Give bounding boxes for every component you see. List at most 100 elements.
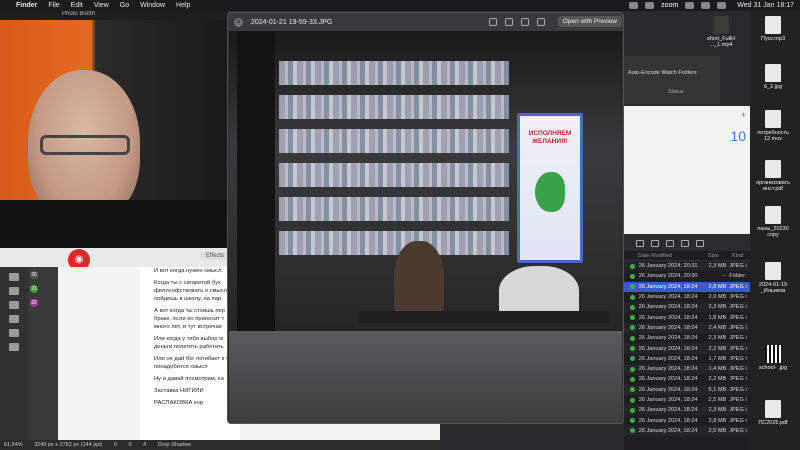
file-row[interactable]: 26 January 2024, 18:24 2,8 MB JPEG i xyxy=(624,281,750,292)
more-icon[interactable] xyxy=(696,239,704,247)
move-tool-icon[interactable] xyxy=(9,273,19,281)
quick-look-titlebar: × 2024-01-21 19-59-33.JPG Open with Prev… xyxy=(228,13,623,31)
camera-icon: ◉ xyxy=(74,254,84,265)
shelf xyxy=(279,163,509,187)
menu-help[interactable]: Help xyxy=(176,2,190,9)
file-row[interactable]: 26 January 2024, 20:30 -- Folder xyxy=(624,271,750,281)
file-row[interactable]: 26 January 2024, 18:24 2,3 MB JPEG i xyxy=(624,405,750,416)
file-row[interactable]: 26 January 2024, 20:31 2,3 MB JPEG i xyxy=(624,261,750,272)
crop-tool-icon[interactable] xyxy=(9,315,19,323)
file-row[interactable]: 26 January 2024, 18:24 2,2 MB JPEG i xyxy=(624,374,750,384)
close-icon[interactable]: × xyxy=(234,17,243,27)
photo-booth-window: Photo Booth ◉ Effects xyxy=(0,11,228,267)
menu-file[interactable]: File xyxy=(48,2,59,9)
wifi-icon[interactable] xyxy=(701,2,711,9)
file-row[interactable]: 26 January 2024, 18:24 2,4 MB JPEG i xyxy=(624,322,750,334)
encode-label[interactable]: Auto-Encode Watch Folders xyxy=(628,70,697,76)
effects-button[interactable]: Effects xyxy=(199,252,228,260)
status-column-label: Status xyxy=(668,89,684,95)
file-row[interactable]: 26 January 2024, 18:24 2,8 MB JPEG i xyxy=(624,415,750,425)
zoom-level[interactable]: 61,54% xyxy=(4,442,23,448)
clock[interactable]: Wed 31 Jan 18:17 xyxy=(737,2,794,9)
counter: 0 xyxy=(128,442,132,448)
file-row[interactable]: 26 January 2024, 18:24 2,3 MB JPEG i xyxy=(624,333,750,343)
layer-row[interactable]: 22 xyxy=(28,295,58,309)
file-row[interactable]: 26 January 2024, 18:24 1,8 MB JPEG i xyxy=(624,312,750,322)
group-icon[interactable] xyxy=(651,239,659,247)
file-row[interactable]: 26 January 2024, 18:24 2,5 MB JPEG i xyxy=(624,425,750,437)
menu-window[interactable]: Window xyxy=(140,2,165,9)
status-icon xyxy=(630,273,635,279)
file-row[interactable]: 26 January 2024, 18:24 1,4 MB JPEG i xyxy=(624,363,750,375)
desktop-file-icon[interactable]: short_FullH ..._1.mp4 xyxy=(700,16,742,48)
camera-preview xyxy=(0,20,228,248)
menu-edit[interactable]: Edit xyxy=(71,2,83,9)
status-icon xyxy=(630,376,635,382)
glasses xyxy=(40,135,130,155)
markup-icon[interactable] xyxy=(505,18,513,26)
layer-row[interactable]: 20 xyxy=(28,267,58,281)
file-row[interactable]: 26 January 2024, 18:24 2,3 MB JPEG i xyxy=(624,302,750,313)
qr-image-icon xyxy=(765,345,781,363)
layers-panel: 20 21 22 xyxy=(28,267,58,450)
view-icon[interactable] xyxy=(636,239,644,247)
status-icon xyxy=(630,315,635,321)
file-row[interactable]: 26 January 2024, 18:24 2,9 MB JPEG i xyxy=(624,292,750,302)
drop-shadow-label[interactable]: Drop Shadow xyxy=(158,442,191,448)
desktop-file-icon[interactable]: паны_20230 сору xyxy=(752,206,794,238)
status-icon xyxy=(630,294,635,300)
finder-columns: Date Modified Size Kind xyxy=(624,251,750,261)
status-icon xyxy=(630,356,635,362)
menu-view[interactable]: View xyxy=(94,2,109,9)
audio-file-icon xyxy=(765,16,781,34)
text-tool-icon[interactable] xyxy=(9,343,19,351)
column-kind[interactable]: Kind xyxy=(732,253,743,260)
file-row[interactable]: 26 January 2024, 18:24 2,5 MB JPEG i xyxy=(624,395,750,405)
tools-panel xyxy=(0,267,28,450)
desktop-file-icon[interactable]: ПС2025.pdf xyxy=(752,400,794,426)
rotate-icon[interactable] xyxy=(521,18,529,26)
cafe-table xyxy=(359,311,609,323)
pdf-file-icon xyxy=(765,400,781,418)
status-icon xyxy=(630,387,635,393)
desktop-file-icon[interactable]: school- .jpg xyxy=(752,345,794,371)
tag-icon[interactable] xyxy=(681,239,689,247)
share-icon[interactable] xyxy=(666,239,674,247)
battery-icon[interactable] xyxy=(685,2,695,9)
shelf xyxy=(279,231,509,255)
layer-row[interactable]: 21 xyxy=(28,281,58,295)
menu-go[interactable]: Go xyxy=(120,2,129,9)
photo-preview: ИСПОЛНЯЕМ ЖЕЛАНИЯ! xyxy=(229,31,622,423)
status-icon xyxy=(630,418,635,424)
file-row[interactable]: 26 January 2024, 18:24 2,2 MB JPEG i xyxy=(624,343,750,354)
share-icon[interactable] xyxy=(537,18,545,26)
column-size[interactable]: Size xyxy=(708,253,732,260)
poster-text: ИСПОЛНЯЕМ ЖЕЛАНИЯ! xyxy=(528,130,572,145)
brush-tool-icon[interactable] xyxy=(9,329,19,337)
add-icon[interactable]: + xyxy=(741,110,746,120)
open-with-preview-button[interactable]: Open with Preview xyxy=(557,16,622,27)
screen-icon[interactable] xyxy=(645,2,655,9)
desktop-file-icon[interactable]: Пуск.mp3 xyxy=(752,16,794,42)
menu-finder[interactable]: Finder xyxy=(16,2,37,9)
movie-file-icon xyxy=(765,110,781,128)
desktop-file-icon[interactable]: организовать инст.pdf xyxy=(752,160,794,192)
column-date[interactable]: Date Modified xyxy=(638,253,708,260)
desktop-file-icon[interactable]: 6_2.jpg xyxy=(752,64,794,90)
select-tool-icon[interactable] xyxy=(9,287,19,295)
file-row[interactable]: 26 January 2024, 18:24 5,1 MB JPEG i xyxy=(624,384,750,395)
file-row[interactable]: 26 January 2024, 18:24 1,7 MB JPEG i xyxy=(624,354,750,364)
search-icon[interactable] xyxy=(717,2,727,9)
finder-window: Date Modified Size Kind 26 January 2024,… xyxy=(624,235,750,450)
status-icon xyxy=(630,325,635,331)
desktop-file-icon[interactable]: потребность 12.mov xyxy=(752,110,794,142)
record-icon[interactable] xyxy=(629,2,639,9)
status-icon xyxy=(630,428,635,434)
zoom-status[interactable]: zoom xyxy=(661,2,678,9)
camera-shutter-button[interactable]: ◉ xyxy=(68,249,90,267)
desktop-file-icon[interactable]: 2024-01-19 _Ильиков xyxy=(752,262,794,294)
dragon-figure xyxy=(535,172,565,212)
lasso-tool-icon[interactable] xyxy=(9,301,19,309)
status-area: zoom Wed 31 Jan 18:17 xyxy=(629,0,794,11)
info-icon[interactable] xyxy=(489,18,497,26)
